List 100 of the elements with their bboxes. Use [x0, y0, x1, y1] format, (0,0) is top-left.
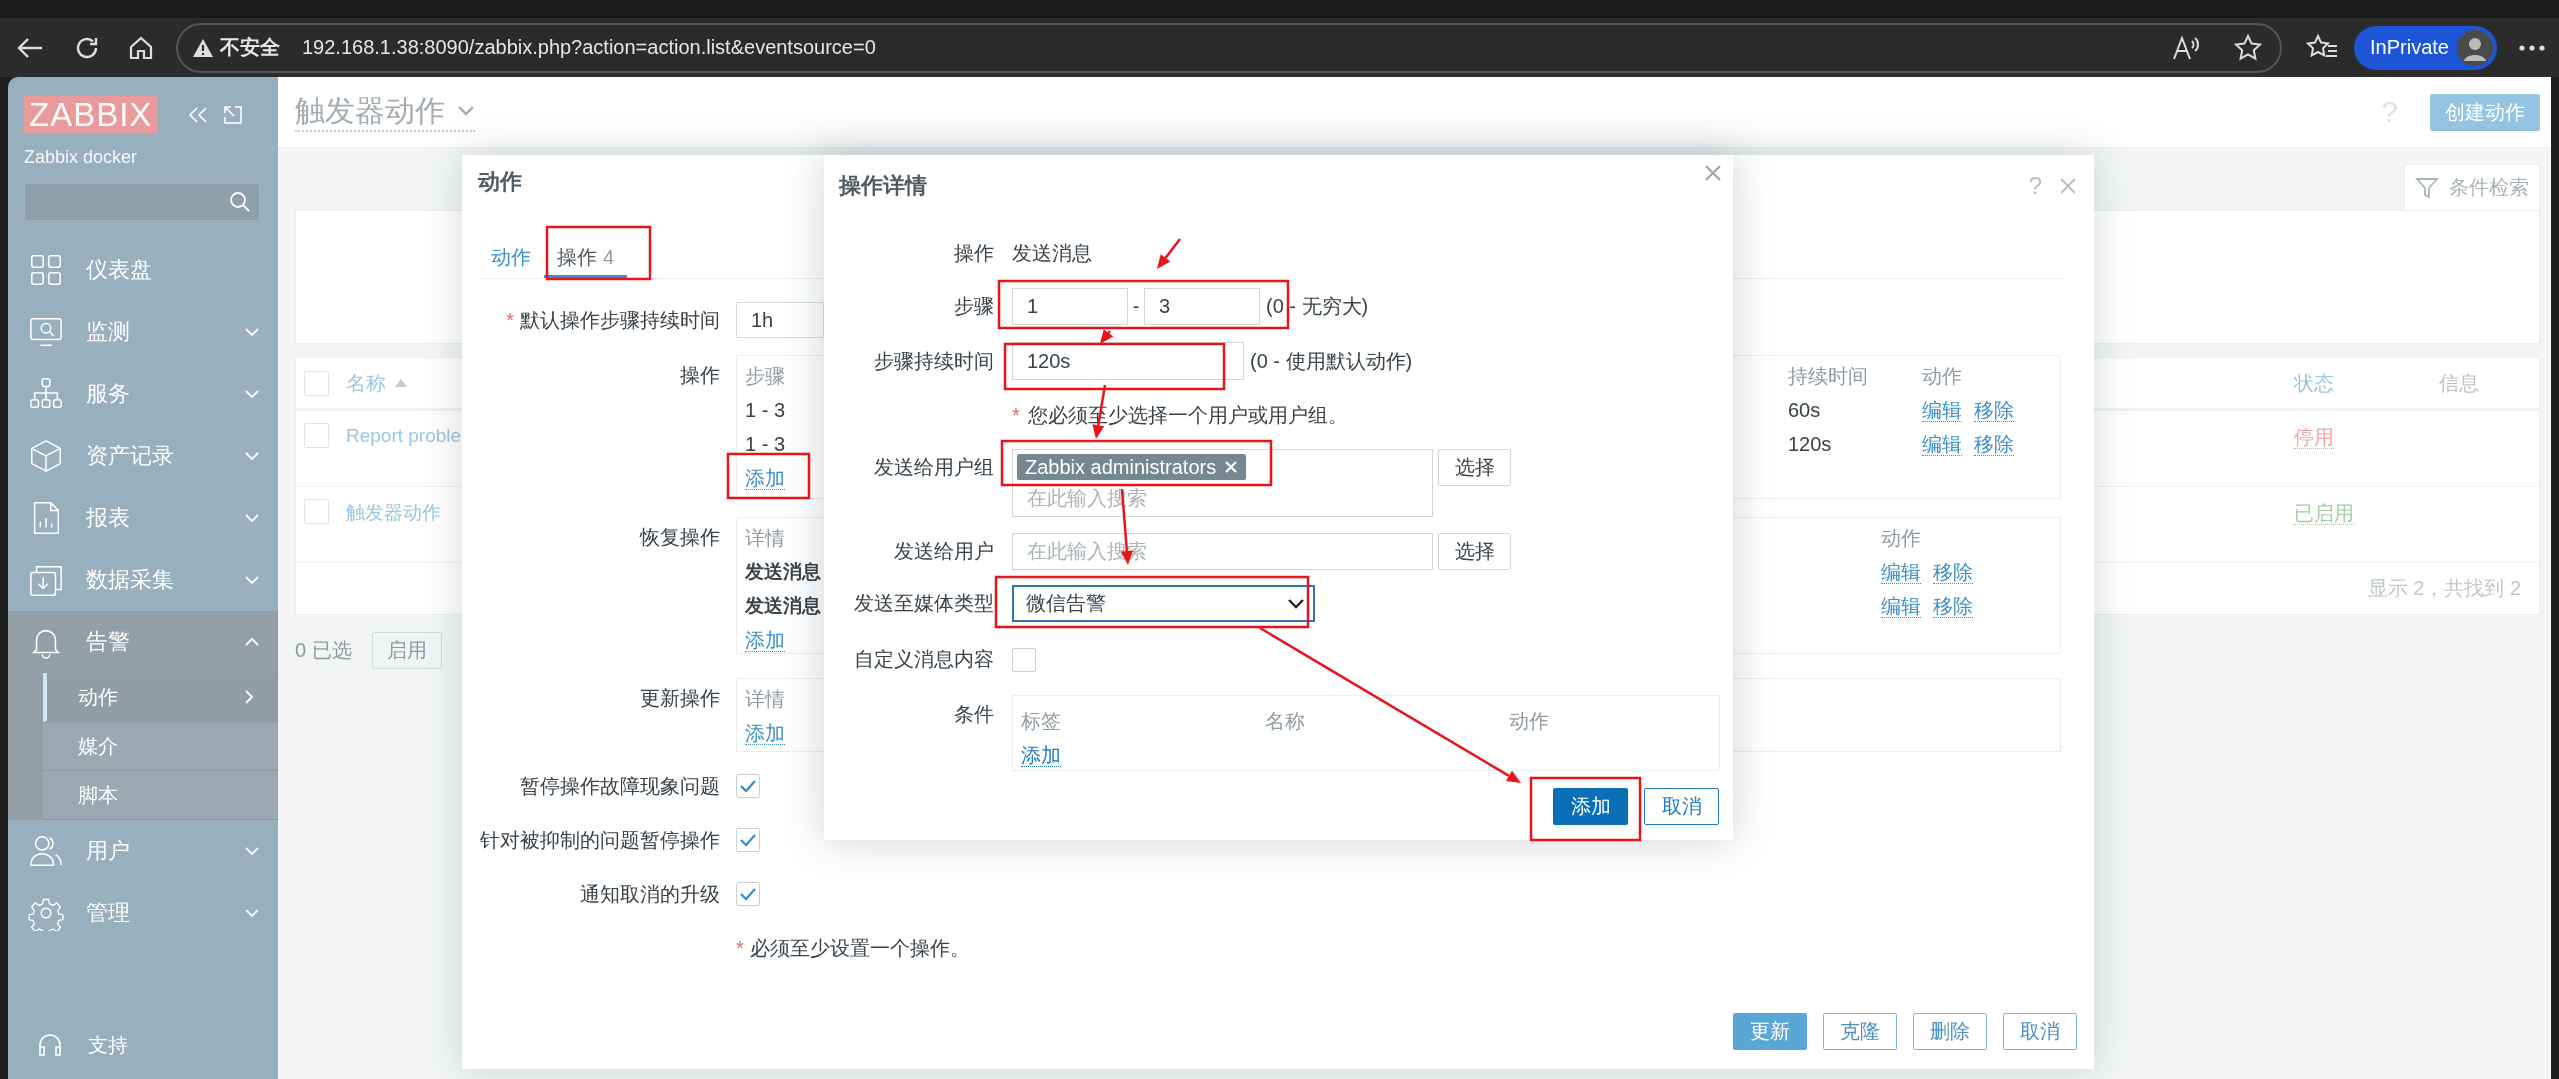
menu-item[interactable]: 支持: [8, 1015, 278, 1075]
field-label: 步骤: [954, 294, 994, 319]
menu-item[interactable]: 用户: [8, 820, 278, 882]
action-name-link[interactable]: 触发器动作: [346, 502, 441, 523]
page-title[interactable]: 触发器动作: [295, 92, 475, 132]
create-action-button[interactable]: 创建动作: [2430, 93, 2540, 131]
logo[interactable]: ZABBIX: [24, 96, 158, 133]
address-bar[interactable]: 不安全 192.168.1.38:8090/zabbix.php?action=action.list&eventsource=0: [176, 22, 2283, 73]
dialog-button[interactable]: 删除: [1913, 1013, 1987, 1050]
submenu-item[interactable]: 动作: [43, 673, 278, 722]
menu-item[interactable]: 管理: [8, 882, 278, 944]
field-label: 条件: [954, 702, 994, 727]
dialog-button[interactable]: 取消: [2003, 1013, 2077, 1050]
checkbox[interactable]: [1012, 647, 1036, 672]
help-link[interactable]: ?: [2028, 172, 2042, 200]
menu-item[interactable]: 仪表盘: [8, 239, 278, 301]
checkbox[interactable]: [304, 423, 329, 448]
add-link[interactable]: 添加: [1021, 743, 1061, 767]
filter-tab[interactable]: 条件检索: [2404, 164, 2540, 210]
select-button[interactable]: 选择: [1438, 533, 1511, 570]
menu-item[interactable]: 服务: [8, 363, 278, 425]
input-field[interactable]: 1: [1012, 288, 1128, 325]
menu-icon: [28, 833, 64, 869]
status-link[interactable]: 停用: [2294, 426, 2334, 449]
star-icon[interactable]: [2234, 33, 2263, 62]
remove-link[interactable]: 移除: [1933, 594, 1973, 618]
remove-icon[interactable]: [1224, 460, 1239, 474]
column-header: 步骤: [745, 363, 785, 389]
column-header: 动作: [1509, 708, 1550, 734]
select-button[interactable]: 选择: [1438, 449, 1511, 486]
tab[interactable]: 操作 4: [544, 239, 628, 278]
submenu-item[interactable]: 媒介: [43, 722, 278, 771]
remove-link[interactable]: 移除: [1974, 432, 2014, 456]
annotation-arrow: [1100, 329, 1114, 344]
field-label: * 默认操作步骤持续时间: [506, 308, 720, 332]
add-link[interactable]: 添加: [745, 466, 785, 490]
tag[interactable]: Zabbix administrators: [1017, 454, 1247, 480]
field-value: 发送消息: [1012, 240, 1092, 266]
checkmark-icon: [739, 779, 757, 793]
menu-icon: [28, 438, 64, 474]
column-header[interactable]: 名称: [346, 369, 386, 397]
inprivate-button[interactable]: InPrivate: [2354, 25, 2497, 70]
checkbox[interactable]: [736, 828, 760, 852]
submenu-item[interactable]: 脚本: [43, 771, 278, 820]
menu-item[interactable]: 告警: [8, 611, 278, 673]
remove-link[interactable]: 移除: [1974, 398, 2014, 422]
back-icon[interactable]: [16, 35, 44, 60]
menu-item[interactable]: 资产记录: [8, 425, 278, 487]
checkbox[interactable]: [736, 882, 760, 906]
field-label: 自定义消息内容: [854, 647, 994, 672]
chevron-icon: [244, 689, 254, 705]
media-type-select[interactable]: 微信告警: [1012, 585, 1315, 622]
selected-count: 0 已选: [295, 638, 352, 663]
field-label: 更新操作: [640, 686, 720, 711]
table-cell: 60s: [1788, 398, 1821, 422]
dialog-title: 操作详情: [839, 172, 927, 200]
field-label: 针对被抑制的问题暂停操作: [480, 828, 720, 852]
dialog-button[interactable]: 添加: [1553, 788, 1628, 825]
menu-item[interactable]: 监测: [8, 301, 278, 363]
close-icon[interactable]: [1703, 163, 1723, 183]
edit-link[interactable]: 编辑: [1922, 432, 1962, 456]
dialog-button[interactable]: 克隆: [1823, 1013, 1897, 1050]
field-label: 发送给用户组: [874, 455, 994, 480]
edit-link[interactable]: 编辑: [1922, 398, 1962, 422]
dialog-button[interactable]: 取消: [1644, 788, 1719, 825]
kiosk-icon[interactable]: [223, 104, 244, 125]
input-field[interactable]: 3: [1144, 288, 1260, 325]
action-name-link[interactable]: Report proble: [346, 425, 462, 446]
security-label: 不安全: [220, 35, 280, 60]
required-note: * 必须至少设置一个操作。: [736, 936, 971, 960]
search-field[interactable]: [24, 183, 260, 221]
field-hint: (0 - 无穷大): [1266, 294, 1369, 319]
column-header[interactable]: 状态: [2294, 369, 2334, 397]
collapse-icon[interactable]: [187, 104, 210, 125]
add-link[interactable]: 添加: [745, 721, 785, 745]
field-label: 恢复操作: [640, 525, 720, 550]
input-field[interactable]: 1h: [736, 302, 824, 338]
checkbox[interactable]: [304, 499, 329, 524]
add-link[interactable]: 添加: [745, 628, 785, 652]
tab[interactable]: 动作: [478, 239, 544, 278]
menu-item[interactable]: 报表: [8, 487, 278, 549]
edit-link[interactable]: 编辑: [1881, 594, 1921, 618]
edit-link[interactable]: 编辑: [1881, 560, 1921, 584]
checkbox[interactable]: [736, 774, 760, 798]
dropdown-icon[interactable]: [1287, 597, 1305, 610]
remove-link[interactable]: 移除: [1933, 560, 1973, 584]
input-field[interactable]: 120s: [1012, 342, 1244, 380]
dialog-button[interactable]: 更新: [1733, 1013, 1807, 1050]
table-cell-text: 发送消息: [745, 560, 821, 584]
close-icon[interactable]: [2058, 176, 2078, 196]
enable-button[interactable]: 启用: [371, 632, 442, 669]
more-icon[interactable]: [2519, 43, 2545, 52]
home-icon[interactable]: [128, 34, 154, 61]
column-header: 持续时间: [1788, 363, 1868, 389]
checkbox[interactable]: [304, 370, 329, 396]
menu-item[interactable]: 数据采集: [8, 549, 278, 611]
field-hint: (0 - 使用默认动作): [1250, 348, 1413, 374]
warning-icon: [192, 37, 214, 58]
search-icon: [229, 191, 251, 213]
checkmark-icon: [739, 887, 757, 901]
